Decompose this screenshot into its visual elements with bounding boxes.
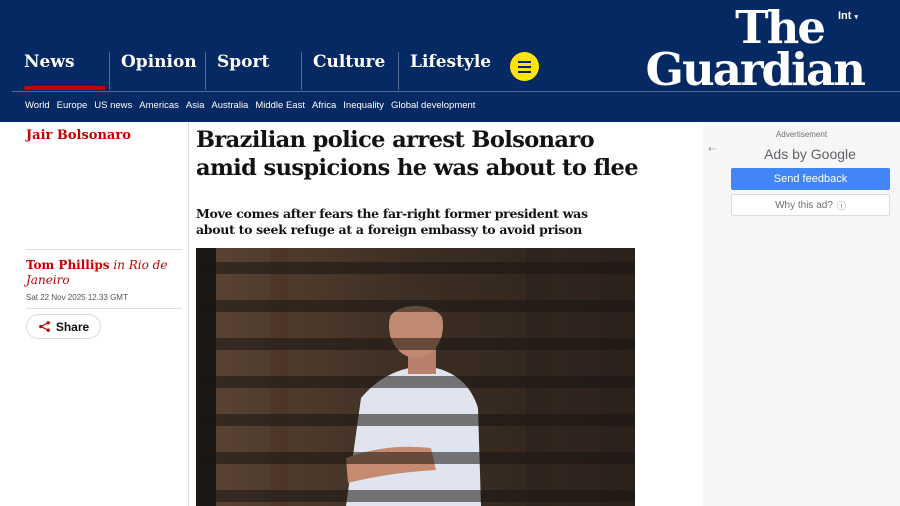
send-feedback-button[interactable]: Send feedback [731, 168, 890, 190]
pillar-culture[interactable]: Culture [301, 38, 398, 90]
subnav-world[interactable]: World [25, 100, 50, 111]
photo-scene [196, 248, 635, 506]
menu-icon[interactable] [510, 52, 539, 81]
why-this-ad-label: Why this ad? [775, 199, 833, 211]
subnav-divider [12, 91, 900, 92]
article-photo [196, 248, 635, 506]
pillar-news[interactable]: News [12, 38, 109, 90]
ad-column: Advertisement ⇠ Ads by Google Send feedb… [703, 126, 900, 506]
ads-by-google: Ads by Google [764, 146, 856, 162]
column-divider [188, 122, 189, 506]
section-tag[interactable]: Jair Bolsonaro [26, 128, 131, 143]
subnav-us-news[interactable]: US news [94, 100, 132, 111]
pillar-sport[interactable]: Sport [205, 38, 301, 90]
logo-guardian: Guardian [645, 43, 866, 96]
subnav-americas[interactable]: Americas [139, 100, 179, 111]
meta-divider [26, 249, 182, 250]
share-label: Share [55, 319, 90, 334]
subnav-middle-east[interactable]: Middle East [255, 100, 305, 111]
pillar-nav: News Opinion Sport Culture Lifestyle [12, 38, 495, 90]
standfirst: Move comes after fears the far-right for… [196, 206, 588, 237]
byline: Tom Phillips in Rio de Janeiro [26, 258, 176, 288]
meta-divider-2 [26, 308, 182, 309]
subnav-global-development[interactable]: Global development [391, 100, 476, 111]
info-icon: ⓘ [836, 200, 846, 211]
ad-label: Advertisement [775, 130, 828, 139]
subnav-australia[interactable]: Australia [211, 100, 248, 111]
why-this-ad-button[interactable]: Why this ad? ⓘ [731, 194, 890, 216]
headline: Brazilian police arrest Bolsonaro amid s… [196, 127, 639, 181]
subnav-inequality[interactable]: Inequality [343, 100, 384, 111]
pillar-opinion[interactable]: Opinion [109, 38, 205, 90]
subnav-europe[interactable]: Europe [57, 100, 88, 111]
masthead: News Opinion Sport Culture Lifestyle Int… [0, 0, 900, 122]
publish-date: Sat 22 Nov 2025 12.33 GMT [26, 293, 128, 302]
pillar-lifestyle[interactable]: Lifestyle [398, 38, 495, 90]
subnav: World Europe US news Americas Asia Austr… [25, 100, 475, 111]
share-icon [38, 321, 50, 332]
share-button[interactable]: Share [26, 314, 101, 339]
subnav-africa[interactable]: Africa [312, 100, 336, 111]
subnav-asia[interactable]: Asia [186, 100, 204, 111]
guardian-logo[interactable]: The Guardian [628, 5, 866, 96]
author-link[interactable]: Tom Phillips [26, 258, 110, 272]
